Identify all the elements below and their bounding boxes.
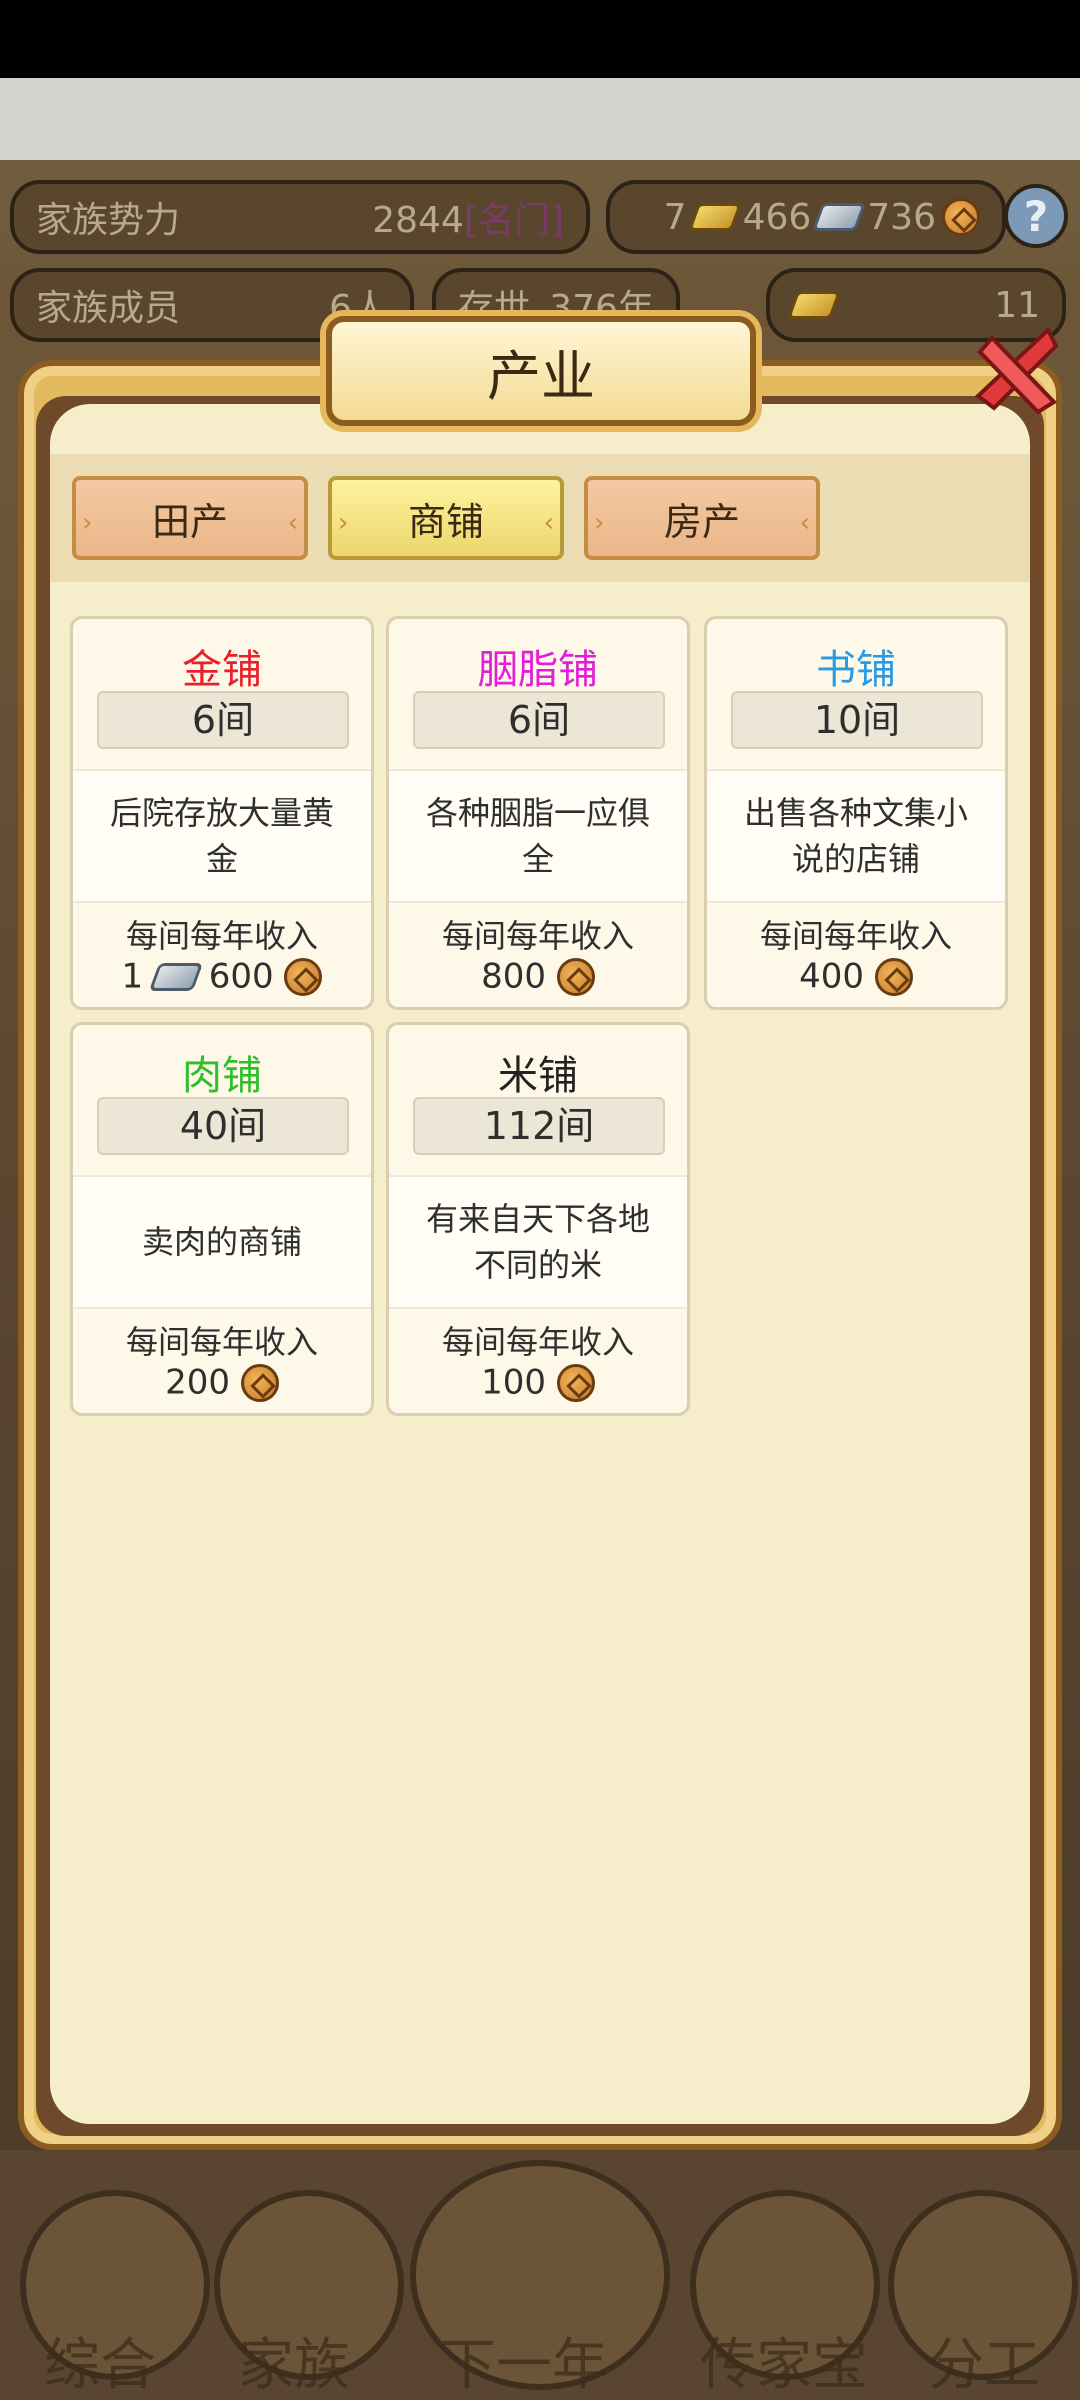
tab-farmland-label: 田产 bbox=[151, 499, 228, 544]
income-label: 每间每年收入 bbox=[759, 917, 952, 955]
family-power-value: 2844[名门] bbox=[372, 200, 564, 241]
help-button[interactable]: ? bbox=[1004, 184, 1068, 248]
coin-icon bbox=[240, 1363, 279, 1402]
shop-name: 金铺 bbox=[182, 647, 262, 693]
income-value: 1 600 bbox=[73, 955, 371, 997]
income-label: 每间每年收入 bbox=[441, 1323, 634, 1361]
shop-name: 米铺 bbox=[498, 1053, 578, 1099]
shop-description: 各种胭脂一应俱全 bbox=[389, 769, 687, 903]
shop-count: 112间 bbox=[413, 1097, 665, 1155]
income-label: 每间每年收入 bbox=[125, 1323, 318, 1361]
hud-top-strip bbox=[0, 78, 1080, 160]
tab-farmland[interactable]: › 田产 ‹ bbox=[72, 476, 308, 560]
shop-card-gold[interactable]: 金铺 6间 后院存放大量黄金 每间每年收入 1 600 bbox=[70, 616, 374, 1010]
tab-shops-label: 商铺 bbox=[407, 499, 484, 544]
shop-name: 书铺 bbox=[816, 647, 896, 693]
tab-left-ornament-icon: › bbox=[338, 508, 349, 538]
nav-next-year-label: 下一年 bbox=[440, 2333, 608, 2398]
yuanbao-icon bbox=[786, 291, 842, 319]
shop-count: 6间 bbox=[413, 691, 665, 749]
status-bar bbox=[0, 0, 1080, 78]
panel-title: 产业 bbox=[326, 316, 756, 426]
shop-description: 卖肉的商铺 bbox=[73, 1175, 371, 1309]
shop-card-book[interactable]: 书铺 10间 出售各种文集小说的店铺 每间每年收入 400 bbox=[704, 616, 1008, 1010]
income-value: 800 bbox=[389, 955, 687, 997]
family-rank: [名门] bbox=[463, 200, 564, 241]
family-power-pill: 家族势力 2844[名门] bbox=[10, 180, 590, 254]
shop-name: 肉铺 bbox=[182, 1053, 262, 1099]
family-members-label: 家族成员 bbox=[36, 288, 181, 329]
coin-icon bbox=[556, 1363, 595, 1402]
shop-name: 胭脂铺 bbox=[478, 647, 598, 693]
gold-value: 7 bbox=[663, 196, 687, 238]
shop-card-rice[interactable]: 米铺 112间 有来自天下各地不同的米 每间每年收入 100 bbox=[386, 1022, 690, 1416]
income-label: 每间每年收入 bbox=[441, 917, 634, 955]
silver-ingot-icon bbox=[812, 203, 867, 231]
coin-icon bbox=[942, 198, 980, 236]
coin-icon bbox=[556, 957, 595, 996]
income-value: 400 bbox=[707, 955, 1005, 997]
tab-left-ornament-icon: › bbox=[82, 508, 93, 538]
coin-value: 736 bbox=[867, 196, 936, 238]
tab-right-ornament-icon: ‹ bbox=[799, 508, 810, 538]
tab-shops[interactable]: › 商铺 ‹ bbox=[328, 476, 564, 560]
tab-right-ornament-icon: ‹ bbox=[287, 508, 298, 538]
silver-value: 466 bbox=[742, 196, 812, 238]
tab-left-ornament-icon: › bbox=[594, 508, 605, 538]
income-label: 每间每年收入 bbox=[125, 917, 318, 955]
tab-right-ornament-icon: ‹ bbox=[543, 508, 554, 538]
tab-property-label: 房产 bbox=[663, 499, 740, 544]
gold-ingot-icon bbox=[687, 203, 742, 231]
shop-description: 有来自天下各地不同的米 bbox=[389, 1175, 687, 1309]
shop-description: 后院存放大量黄金 bbox=[73, 769, 371, 903]
currency-pill: 7 466 736 bbox=[606, 180, 1006, 254]
income-value: 200 bbox=[73, 1361, 371, 1403]
income-value: 100 bbox=[389, 1361, 687, 1403]
nav-heirloom-label: 传家宝 bbox=[700, 2333, 868, 2398]
shop-card-rouge[interactable]: 胭脂铺 6间 各种胭脂一应俱全 每间每年收入 800 bbox=[386, 616, 690, 1010]
nav-overview-label: 综合 bbox=[44, 2333, 156, 2398]
nav-family-label: 家族 bbox=[238, 2333, 350, 2398]
shop-description: 出售各种文集小说的店铺 bbox=[707, 769, 1005, 903]
shop-count: 6间 bbox=[97, 691, 349, 749]
nav-division-label: 分工 bbox=[928, 2333, 1040, 2398]
coin-icon bbox=[874, 957, 913, 996]
family-power-label: 家族势力 bbox=[36, 200, 181, 241]
shop-card-meat[interactable]: 肉铺 40间 卖肉的商铺 每间每年收入 200 bbox=[70, 1022, 374, 1416]
shop-count: 40间 bbox=[97, 1097, 349, 1155]
silver-ingot-icon bbox=[148, 962, 204, 991]
shop-count: 10间 bbox=[731, 691, 983, 749]
tab-property[interactable]: › 房产 ‹ bbox=[584, 476, 820, 560]
close-icon[interactable] bbox=[958, 316, 1068, 426]
coin-icon bbox=[284, 957, 323, 996]
